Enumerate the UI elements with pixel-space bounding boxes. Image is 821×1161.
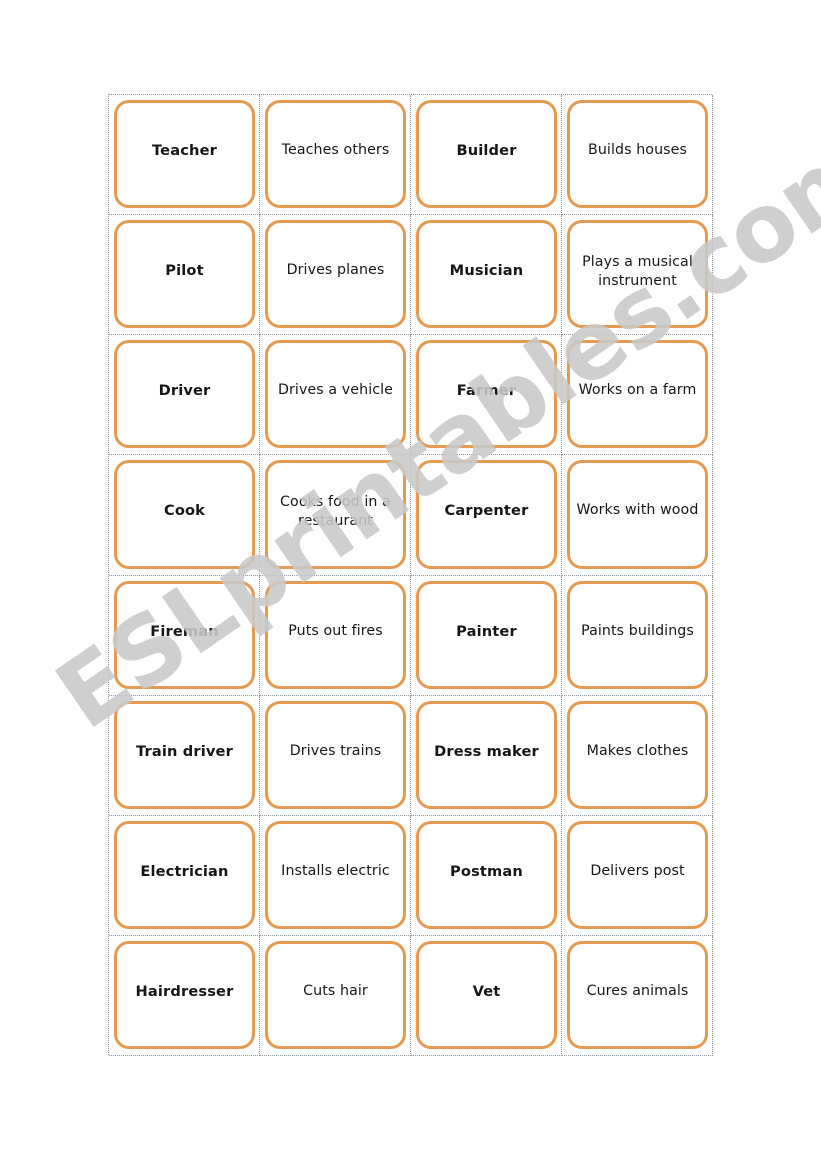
description-card[interactable]: Works on a farm — [567, 340, 708, 449]
description-card[interactable]: Makes clothes — [567, 700, 708, 809]
job-label: Cook — [163, 502, 206, 520]
grid-cell: Driver — [109, 335, 260, 456]
description-card[interactable]: Cooks food in a restaurant — [265, 460, 406, 569]
grid-cell: Hairdresser — [109, 935, 260, 1056]
grid-cell: Makes clothes — [562, 695, 713, 816]
description-label: Drives trains — [289, 742, 382, 759]
grid-cell: Farmer — [411, 335, 562, 456]
job-card[interactable]: Fireman — [114, 580, 255, 689]
grid-cell: Drives planes — [260, 215, 411, 336]
job-card[interactable]: Musician — [416, 220, 557, 329]
job-label: Train driver — [136, 742, 233, 760]
description-card[interactable]: Delivers post — [567, 820, 708, 929]
description-label: Delivers post — [590, 862, 685, 879]
card-grid: Teacher Teaches others Builder Builds house… — [108, 94, 713, 1056]
job-label: Painter — [456, 622, 517, 640]
description-card[interactable]: Installs electric — [265, 820, 406, 929]
description-label: Works with wood — [576, 502, 699, 519]
grid-cell: Teacher — [109, 95, 260, 216]
grid-cell: Drives a vehicle — [260, 335, 411, 456]
job-card[interactable]: Driver — [114, 340, 255, 449]
description-label: Cuts hair — [303, 982, 368, 999]
description-label: Drives planes — [286, 262, 385, 279]
description-card[interactable]: Works with wood — [567, 460, 708, 569]
grid-cell: Cures animals — [562, 935, 713, 1056]
description-label: Plays a musical instrument — [582, 254, 693, 289]
job-label: Musician — [449, 262, 524, 280]
job-card[interactable]: Train driver — [114, 700, 255, 809]
job-card[interactable]: Farmer — [416, 340, 557, 449]
grid-cell: Carpenter — [411, 455, 562, 576]
description-label: Paints buildings — [581, 622, 694, 639]
job-label: Farmer — [456, 382, 517, 400]
job-card[interactable]: Teacher — [114, 100, 255, 209]
grid-cell: Pilot — [109, 215, 260, 336]
grid-cell: Builder — [411, 95, 562, 216]
job-card[interactable]: Builder — [416, 100, 557, 209]
grid-cell: Postman — [411, 815, 562, 936]
description-card[interactable]: Builds houses — [567, 100, 708, 209]
job-label: Teacher — [152, 142, 217, 159]
description-card[interactable]: Drives a vehicle — [265, 340, 406, 449]
description-card[interactable]: Plays a musical instrument — [567, 220, 708, 329]
job-label: Fireman — [150, 622, 219, 640]
description-card[interactable]: Drives planes — [265, 220, 406, 329]
description-label: Builds houses — [587, 142, 687, 158]
description-label: Cures animals — [586, 982, 689, 999]
grid-cell: Drives trains — [260, 695, 411, 816]
grid-cell: Works with wood — [562, 455, 713, 576]
job-label: Driver — [158, 382, 211, 400]
grid-cell: Works on a farm — [562, 335, 713, 456]
description-label: Drives a vehicle — [277, 382, 394, 399]
description-card[interactable]: Paints buildings — [567, 580, 708, 689]
grid-cell: Dress maker — [411, 695, 562, 816]
grid-cell: Paints buildings — [562, 575, 713, 696]
description-label: Makes clothes — [586, 742, 689, 759]
job-label: Postman — [450, 862, 523, 880]
grid-cell: Painter — [411, 575, 562, 696]
job-card[interactable]: Painter — [416, 580, 557, 689]
job-label: Dress maker — [434, 742, 539, 760]
grid-cell: Installs electric — [260, 815, 411, 936]
grid-cell: Cuts hair — [260, 935, 411, 1056]
job-card[interactable]: Carpenter — [416, 460, 557, 569]
job-label: Electrician — [140, 862, 229, 880]
description-card[interactable]: Teaches others — [265, 100, 406, 209]
description-label: Cooks food in a restaurant — [280, 494, 391, 530]
grid-cell: Puts out fires — [260, 575, 411, 696]
grid-cell: Cooks food in a restaurant — [260, 455, 411, 576]
description-card[interactable]: Drives trains — [265, 700, 406, 809]
worksheet-page: Teacher Teaches others Builder Builds house… — [0, 0, 821, 1161]
grid-cell: Electrician — [109, 815, 260, 936]
grid-cell: Fireman — [109, 575, 260, 696]
grid-cell: Musician — [411, 215, 562, 336]
description-card[interactable]: Puts out fires — [265, 580, 406, 689]
grid-cell: Delivers post — [562, 815, 713, 936]
job-label: Vet — [472, 982, 501, 1000]
job-label: Hairdresser — [135, 982, 234, 1000]
job-card[interactable]: Dress maker — [416, 700, 557, 809]
description-card[interactable]: Cures animals — [567, 940, 708, 1049]
job-card[interactable]: Vet — [416, 940, 557, 1049]
grid-cell: Cook — [109, 455, 260, 576]
job-card[interactable]: Postman — [416, 820, 557, 929]
description-card[interactable]: Cuts hair — [265, 940, 406, 1049]
description-label: Teaches others — [281, 142, 390, 158]
description-label: Installs electric — [281, 862, 390, 879]
grid-cell: Teaches others — [260, 95, 411, 216]
grid-cell: Vet — [411, 935, 562, 1056]
description-label: Works on a farm — [578, 382, 697, 399]
job-card[interactable]: Hairdresser — [114, 940, 255, 1049]
job-card[interactable]: Electrician — [114, 820, 255, 929]
grid-cell: Plays a musical instrument — [562, 215, 713, 336]
job-card[interactable]: Cook — [114, 460, 255, 569]
job-label: Carpenter — [444, 502, 529, 520]
job-card[interactable]: Pilot — [114, 220, 255, 329]
description-label: Puts out fires — [288, 622, 383, 639]
job-label: Builder — [456, 142, 517, 159]
grid-cell: Train driver — [109, 695, 260, 816]
grid-cell: Builds houses — [562, 95, 713, 216]
job-label: Pilot — [165, 262, 204, 280]
